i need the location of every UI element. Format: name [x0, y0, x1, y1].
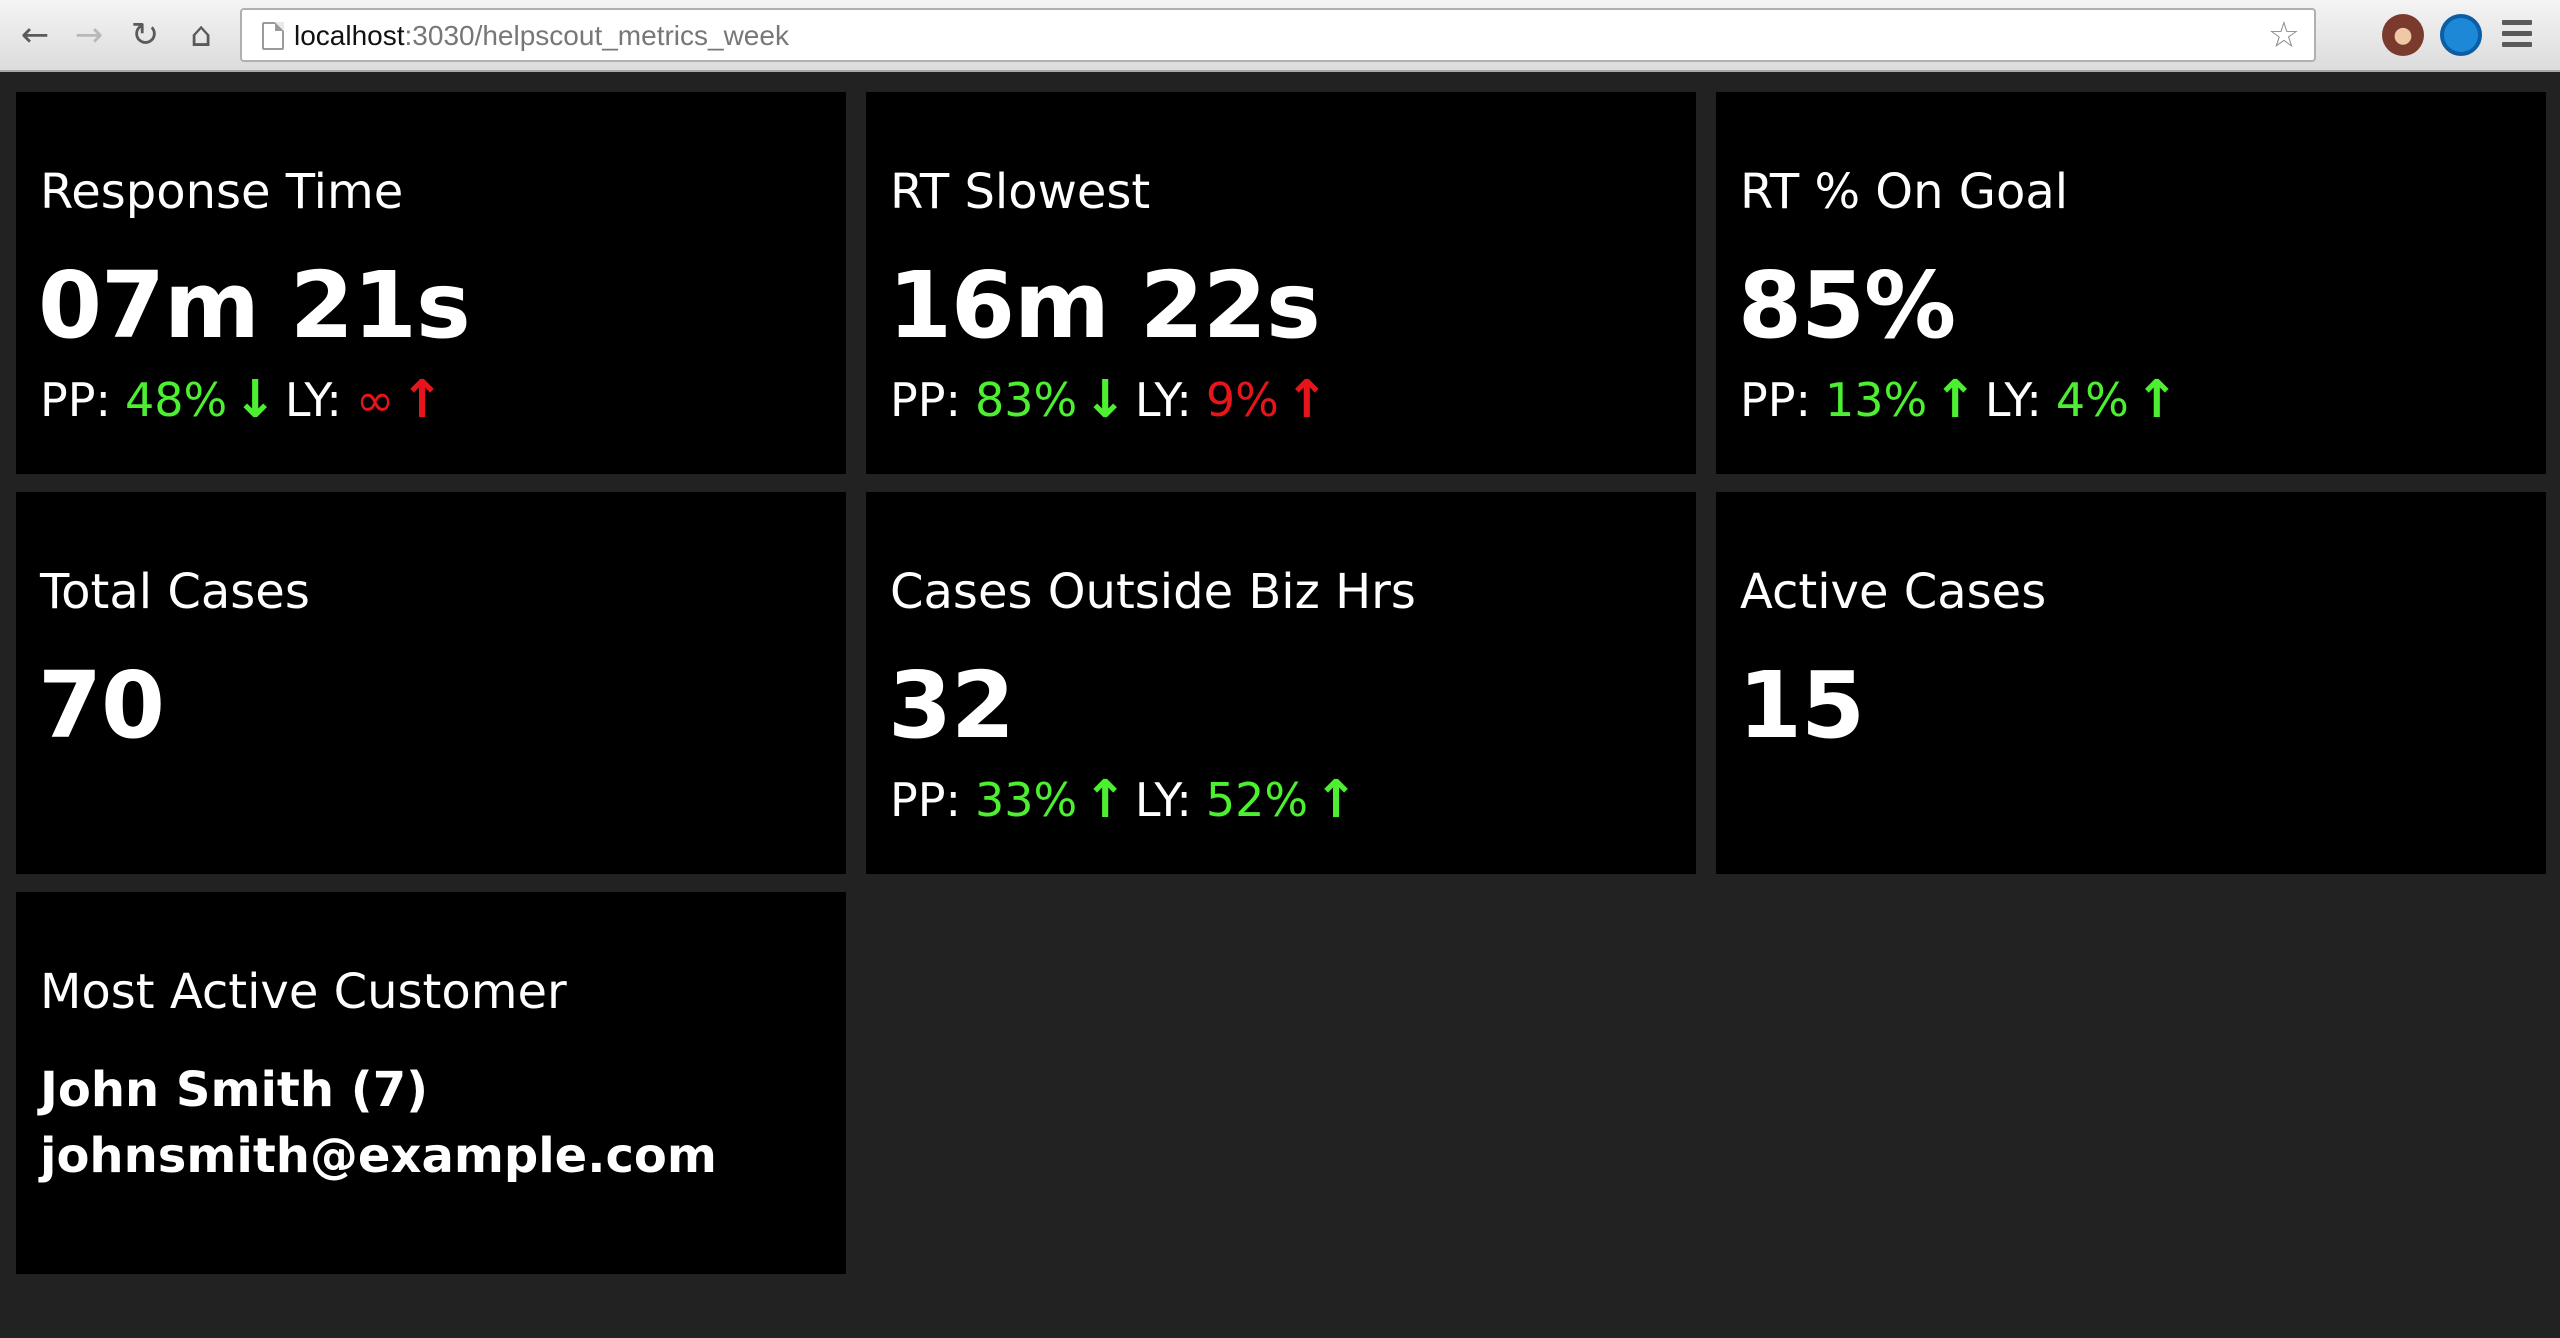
menu-icon[interactable] — [2502, 20, 2532, 50]
widget-value: 85% — [1738, 252, 1956, 359]
widget-value: 32 — [888, 652, 1015, 759]
pp-value: 83% — [974, 373, 1078, 427]
widget-active-cases: Active Cases 15 — [1716, 492, 2546, 874]
ly-value: 4% — [2055, 373, 2129, 427]
home-icon[interactable]: ⌂ — [180, 14, 222, 56]
arrow-up-icon: ↑ — [400, 370, 444, 430]
ly-value: 9% — [1205, 373, 1279, 427]
ly-label: LY: — [284, 373, 342, 427]
pp-label: PP: — [40, 373, 111, 427]
arrow-up-icon: ↑ — [1933, 370, 1977, 430]
widget-response-time: Response Time 07m 21s PP: 48% ↓ LY: ∞ ↑ — [16, 92, 846, 474]
widget-value: 07m 21s — [38, 252, 471, 359]
extension-avatar-icon[interactable]: ● — [2382, 14, 2424, 56]
arrow-up-icon: ↑ — [2134, 370, 2179, 430]
url-host: localhost — [294, 20, 405, 51]
ly-label: LY: — [1134, 373, 1192, 427]
arrow-down-icon: ↓ — [233, 370, 277, 430]
page-icon — [262, 22, 284, 50]
widget-change: PP: 48% ↓ LY: ∞ ↑ — [40, 370, 452, 430]
widget-rt-slowest: RT Slowest 16m 22s PP: 83% ↓ LY: 9% ↑ — [866, 92, 1696, 474]
extension-globe-icon[interactable] — [2440, 14, 2482, 56]
arrow-up-icon: ↑ — [1314, 770, 1358, 830]
arrow-down-icon: ↓ — [1083, 370, 1127, 430]
customer-name: John Smith (7) — [40, 1062, 429, 1118]
widget-title: RT % On Goal — [1740, 164, 2069, 220]
widget-title: Total Cases — [40, 564, 310, 620]
widget-value: 15 — [1738, 652, 1865, 759]
pp-value: 48% — [124, 373, 228, 427]
widget-most-active-customer: Most Active Customer John Smith (7) john… — [16, 892, 846, 1274]
widget-cases-outside-biz-hrs: Cases Outside Biz Hrs 32 PP: 33% ↑ LY: 5… — [866, 492, 1696, 874]
ly-label: LY: — [1984, 373, 2042, 427]
bookmark-star-icon[interactable]: ☆ — [2268, 16, 2300, 56]
address-bar[interactable]: localhost:3030/helpscout_metrics_week ☆ — [240, 8, 2316, 62]
widget-change: PP: 83% ↓ LY: 9% ↑ — [890, 370, 1336, 430]
widget-title: RT Slowest — [890, 164, 1151, 220]
widget-value: 70 — [38, 652, 165, 759]
pp-value: 13% — [1824, 373, 1928, 427]
ly-value: ∞ — [355, 373, 395, 427]
url-path: :3030/helpscout_metrics_week — [404, 20, 789, 51]
widget-title: Most Active Customer — [40, 964, 567, 1020]
widget-change: PP: 33% ↑ LY: 52% ↑ — [890, 770, 1366, 830]
pp-label: PP: — [1740, 373, 1811, 427]
pp-label: PP: — [890, 773, 961, 827]
reload-icon[interactable]: ↻ — [124, 14, 166, 56]
widget-title: Cases Outside Biz Hrs — [890, 564, 1416, 620]
pp-label: PP: — [890, 373, 961, 427]
url-text[interactable]: localhost:3030/helpscout_metrics_week — [294, 20, 789, 52]
ly-value: 52% — [1205, 773, 1309, 827]
dashboard: Response Time 07m 21s PP: 48% ↓ LY: ∞ ↑ … — [0, 74, 2560, 1338]
customer-email: johnsmith@example.com — [40, 1128, 717, 1184]
widget-change: PP: 13% ↑ LY: 4% ↑ — [1740, 370, 2186, 430]
arrow-up-icon: ↑ — [1284, 370, 1329, 430]
widget-rt-on-goal: RT % On Goal 85% PP: 13% ↑ LY: 4% ↑ — [1716, 92, 2546, 474]
ly-label: LY: — [1134, 773, 1192, 827]
widget-value: 16m 22s — [888, 252, 1321, 359]
widget-title: Active Cases — [1740, 564, 2047, 620]
back-icon[interactable]: ← — [14, 14, 56, 56]
pp-value: 33% — [974, 773, 1078, 827]
arrow-up-icon: ↑ — [1083, 770, 1127, 830]
widget-total-cases: Total Cases 70 — [16, 492, 846, 874]
widget-title: Response Time — [40, 164, 404, 220]
forward-icon[interactable]: → — [68, 14, 110, 56]
browser-toolbar: ← → ↻ ⌂ localhost:3030/helpscout_metrics… — [0, 0, 2560, 72]
